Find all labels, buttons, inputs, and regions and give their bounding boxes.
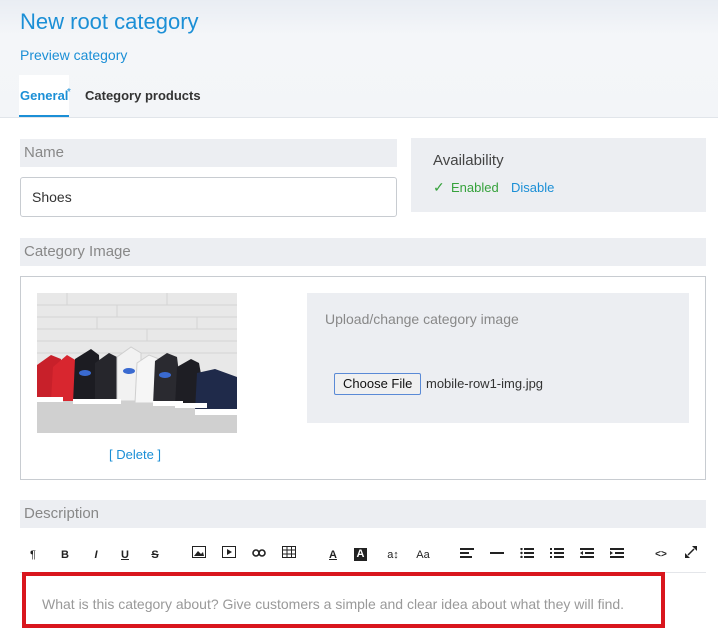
strikethrough-icon[interactable]: S bbox=[146, 546, 164, 564]
choose-file-button[interactable]: Choose File bbox=[334, 373, 422, 395]
bold-icon[interactable]: B bbox=[56, 546, 74, 564]
description-label: Description bbox=[20, 500, 706, 528]
category-image-panel: [ Delete ] Upload/change category image … bbox=[20, 276, 706, 480]
video-icon[interactable] bbox=[220, 546, 238, 564]
availability-title: Availability bbox=[433, 152, 504, 169]
enabled-status: Enabled bbox=[451, 180, 499, 195]
delete-image-link[interactable]: [ Delete ] bbox=[109, 447, 161, 462]
tab-general-modified-marker: * bbox=[67, 87, 71, 98]
image-icon[interactable] bbox=[190, 546, 208, 564]
italic-icon[interactable]: I bbox=[87, 546, 105, 564]
disable-link[interactable]: Disable bbox=[511, 180, 554, 195]
link-icon[interactable] bbox=[250, 546, 268, 564]
tab-general[interactable]: General * bbox=[19, 75, 71, 117]
paragraph-icon[interactable]: ¶ bbox=[24, 546, 42, 564]
fullscreen-icon[interactable] bbox=[682, 546, 700, 564]
availability-panel: Availability ✓ Enabled Disable bbox=[411, 138, 706, 212]
page-header: New root category Preview category Gener… bbox=[0, 0, 718, 118]
name-label: Name bbox=[20, 139, 397, 167]
bullet-list-icon[interactable] bbox=[518, 546, 536, 564]
indent-icon[interactable] bbox=[608, 546, 626, 564]
editor-toolbar: ¶ B I U S A A a↕ Aa <> bbox=[20, 538, 706, 573]
font-size-icon[interactable]: a↕ bbox=[384, 546, 402, 564]
numbered-list-icon[interactable] bbox=[548, 546, 566, 564]
horizontal-rule-icon[interactable] bbox=[488, 546, 506, 564]
preview-category-link[interactable]: Preview category bbox=[20, 47, 127, 63]
align-icon[interactable] bbox=[458, 546, 476, 564]
page-title: New root category bbox=[20, 9, 199, 34]
background-color-icon[interactable]: A bbox=[354, 548, 367, 561]
description-editor[interactable]: What is this category about? Give custom… bbox=[22, 572, 665, 628]
underline-icon[interactable]: U bbox=[116, 546, 134, 564]
name-field[interactable] bbox=[20, 177, 397, 217]
tab-category-products[interactable]: Category products bbox=[85, 88, 201, 103]
outdent-icon[interactable] bbox=[578, 546, 596, 564]
description-placeholder: What is this category about? Give custom… bbox=[42, 596, 625, 612]
code-view-icon[interactable]: <> bbox=[652, 546, 670, 564]
checkmark-icon: ✓ bbox=[433, 179, 445, 195]
selected-file-name: mobile-row1-img.jpg bbox=[426, 376, 544, 391]
upload-title: Upload/change category image bbox=[325, 311, 519, 327]
table-icon[interactable] bbox=[280, 546, 298, 564]
category-image-thumbnail bbox=[37, 293, 237, 433]
font-color-icon[interactable]: A bbox=[324, 546, 342, 564]
font-family-icon[interactable]: Aa bbox=[414, 546, 432, 564]
tab-general-label: General bbox=[20, 88, 69, 103]
category-image-label: Category Image bbox=[20, 238, 706, 266]
upload-image-panel: Upload/change category image Choose File… bbox=[307, 293, 689, 423]
